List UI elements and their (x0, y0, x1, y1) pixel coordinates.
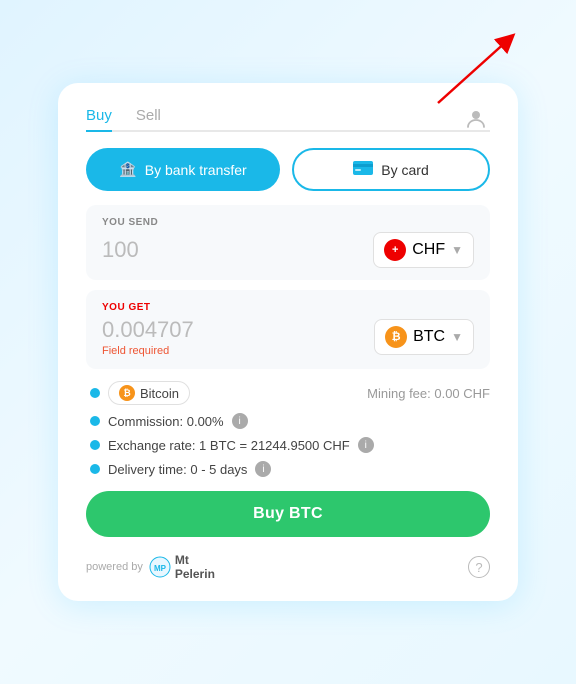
send-section: YOU SEND 100 + CHF ▼ (86, 205, 490, 280)
mining-fee: Mining fee: 0.00 CHF (367, 386, 490, 401)
user-icon-wrap (462, 105, 490, 133)
top-bar: Buy Sell (86, 107, 490, 132)
powered-by-text: powered by (86, 561, 143, 573)
get-section: YOU GET 0.004707 Field required ₿ BTC ▼ (86, 290, 490, 369)
tab-sell[interactable]: Sell (136, 107, 161, 132)
user-icon[interactable] (462, 105, 490, 133)
card-label: By card (381, 162, 428, 178)
coin-info-row: ₿ Bitcoin Mining fee: 0.00 CHF (86, 381, 490, 405)
mt-pelerin-logo-icon: MP (149, 556, 171, 578)
mt-pelerin-logo: MP MtPelerin (149, 553, 215, 581)
send-amount: 100 (102, 237, 139, 263)
help-icon[interactable]: ? (468, 556, 490, 578)
btc-chevron: ▼ (451, 330, 463, 344)
dot-exchange (90, 440, 100, 450)
dot-coin (90, 388, 100, 398)
chf-currency-select[interactable]: + CHF ▼ (373, 232, 474, 268)
send-label: YOU SEND (102, 217, 474, 228)
arrow-annotation (418, 28, 528, 108)
btc-icon: ₿ (385, 326, 407, 348)
payment-buttons: 🏦 By bank transfer By card (86, 148, 490, 191)
commission-text: Commission: 0.00% (108, 414, 224, 429)
send-row: 100 + CHF ▼ (102, 232, 474, 268)
tabs: Buy Sell (86, 107, 490, 132)
commission-row: Commission: 0.00% i (86, 413, 490, 429)
btc-code: BTC (413, 328, 445, 346)
coin-tag-icon: ₿ (119, 385, 135, 401)
delivery-info-icon[interactable]: i (255, 461, 271, 477)
exchange-rate-text: Exchange rate: 1 BTC = 21244.9500 CHF (108, 438, 350, 453)
bank-icon: 🏦 (119, 161, 136, 178)
card-icon (353, 161, 373, 178)
chf-code: CHF (412, 241, 445, 259)
bank-transfer-label: By bank transfer (145, 162, 247, 178)
exchange-rate-row: Exchange rate: 1 BTC = 21244.9500 CHF i (86, 437, 490, 453)
delivery-text: Delivery time: 0 - 5 days (108, 462, 247, 477)
dot-delivery (90, 464, 100, 474)
footer: powered by MP MtPelerin ? (86, 551, 490, 581)
delivery-row: Delivery time: 0 - 5 days i (86, 461, 490, 477)
main-card: Buy Sell 🏦 By bank transfer (58, 83, 518, 601)
btc-currency-select[interactable]: ₿ BTC ▼ (374, 319, 474, 355)
get-amount-col: 0.004707 Field required (102, 317, 194, 357)
svg-text:MP: MP (154, 564, 167, 573)
exchange-info-icon[interactable]: i (358, 437, 374, 453)
get-amount: 0.004707 (102, 317, 194, 343)
credit-card-icon (353, 161, 373, 175)
chf-icon: + (384, 239, 406, 261)
field-required-text: Field required (102, 345, 194, 357)
brand-name: MtPelerin (175, 553, 215, 581)
get-label: YOU GET (102, 302, 474, 313)
powered-by: powered by MP MtPelerin (86, 553, 215, 581)
get-row: 0.004707 Field required ₿ BTC ▼ (102, 317, 474, 357)
chf-chevron: ▼ (451, 243, 463, 257)
commission-info-icon[interactable]: i (232, 413, 248, 429)
tab-buy[interactable]: Buy (86, 107, 112, 132)
coin-tag[interactable]: ₿ Bitcoin (108, 381, 190, 405)
card-button[interactable]: By card (292, 148, 490, 191)
bank-transfer-button[interactable]: 🏦 By bank transfer (86, 148, 280, 191)
dot-commission (90, 416, 100, 426)
profile-icon (465, 108, 487, 130)
detail-rows: Commission: 0.00% i Exchange rate: 1 BTC… (86, 413, 490, 477)
buy-button[interactable]: Buy BTC (86, 491, 490, 537)
coin-name: Bitcoin (140, 386, 179, 401)
